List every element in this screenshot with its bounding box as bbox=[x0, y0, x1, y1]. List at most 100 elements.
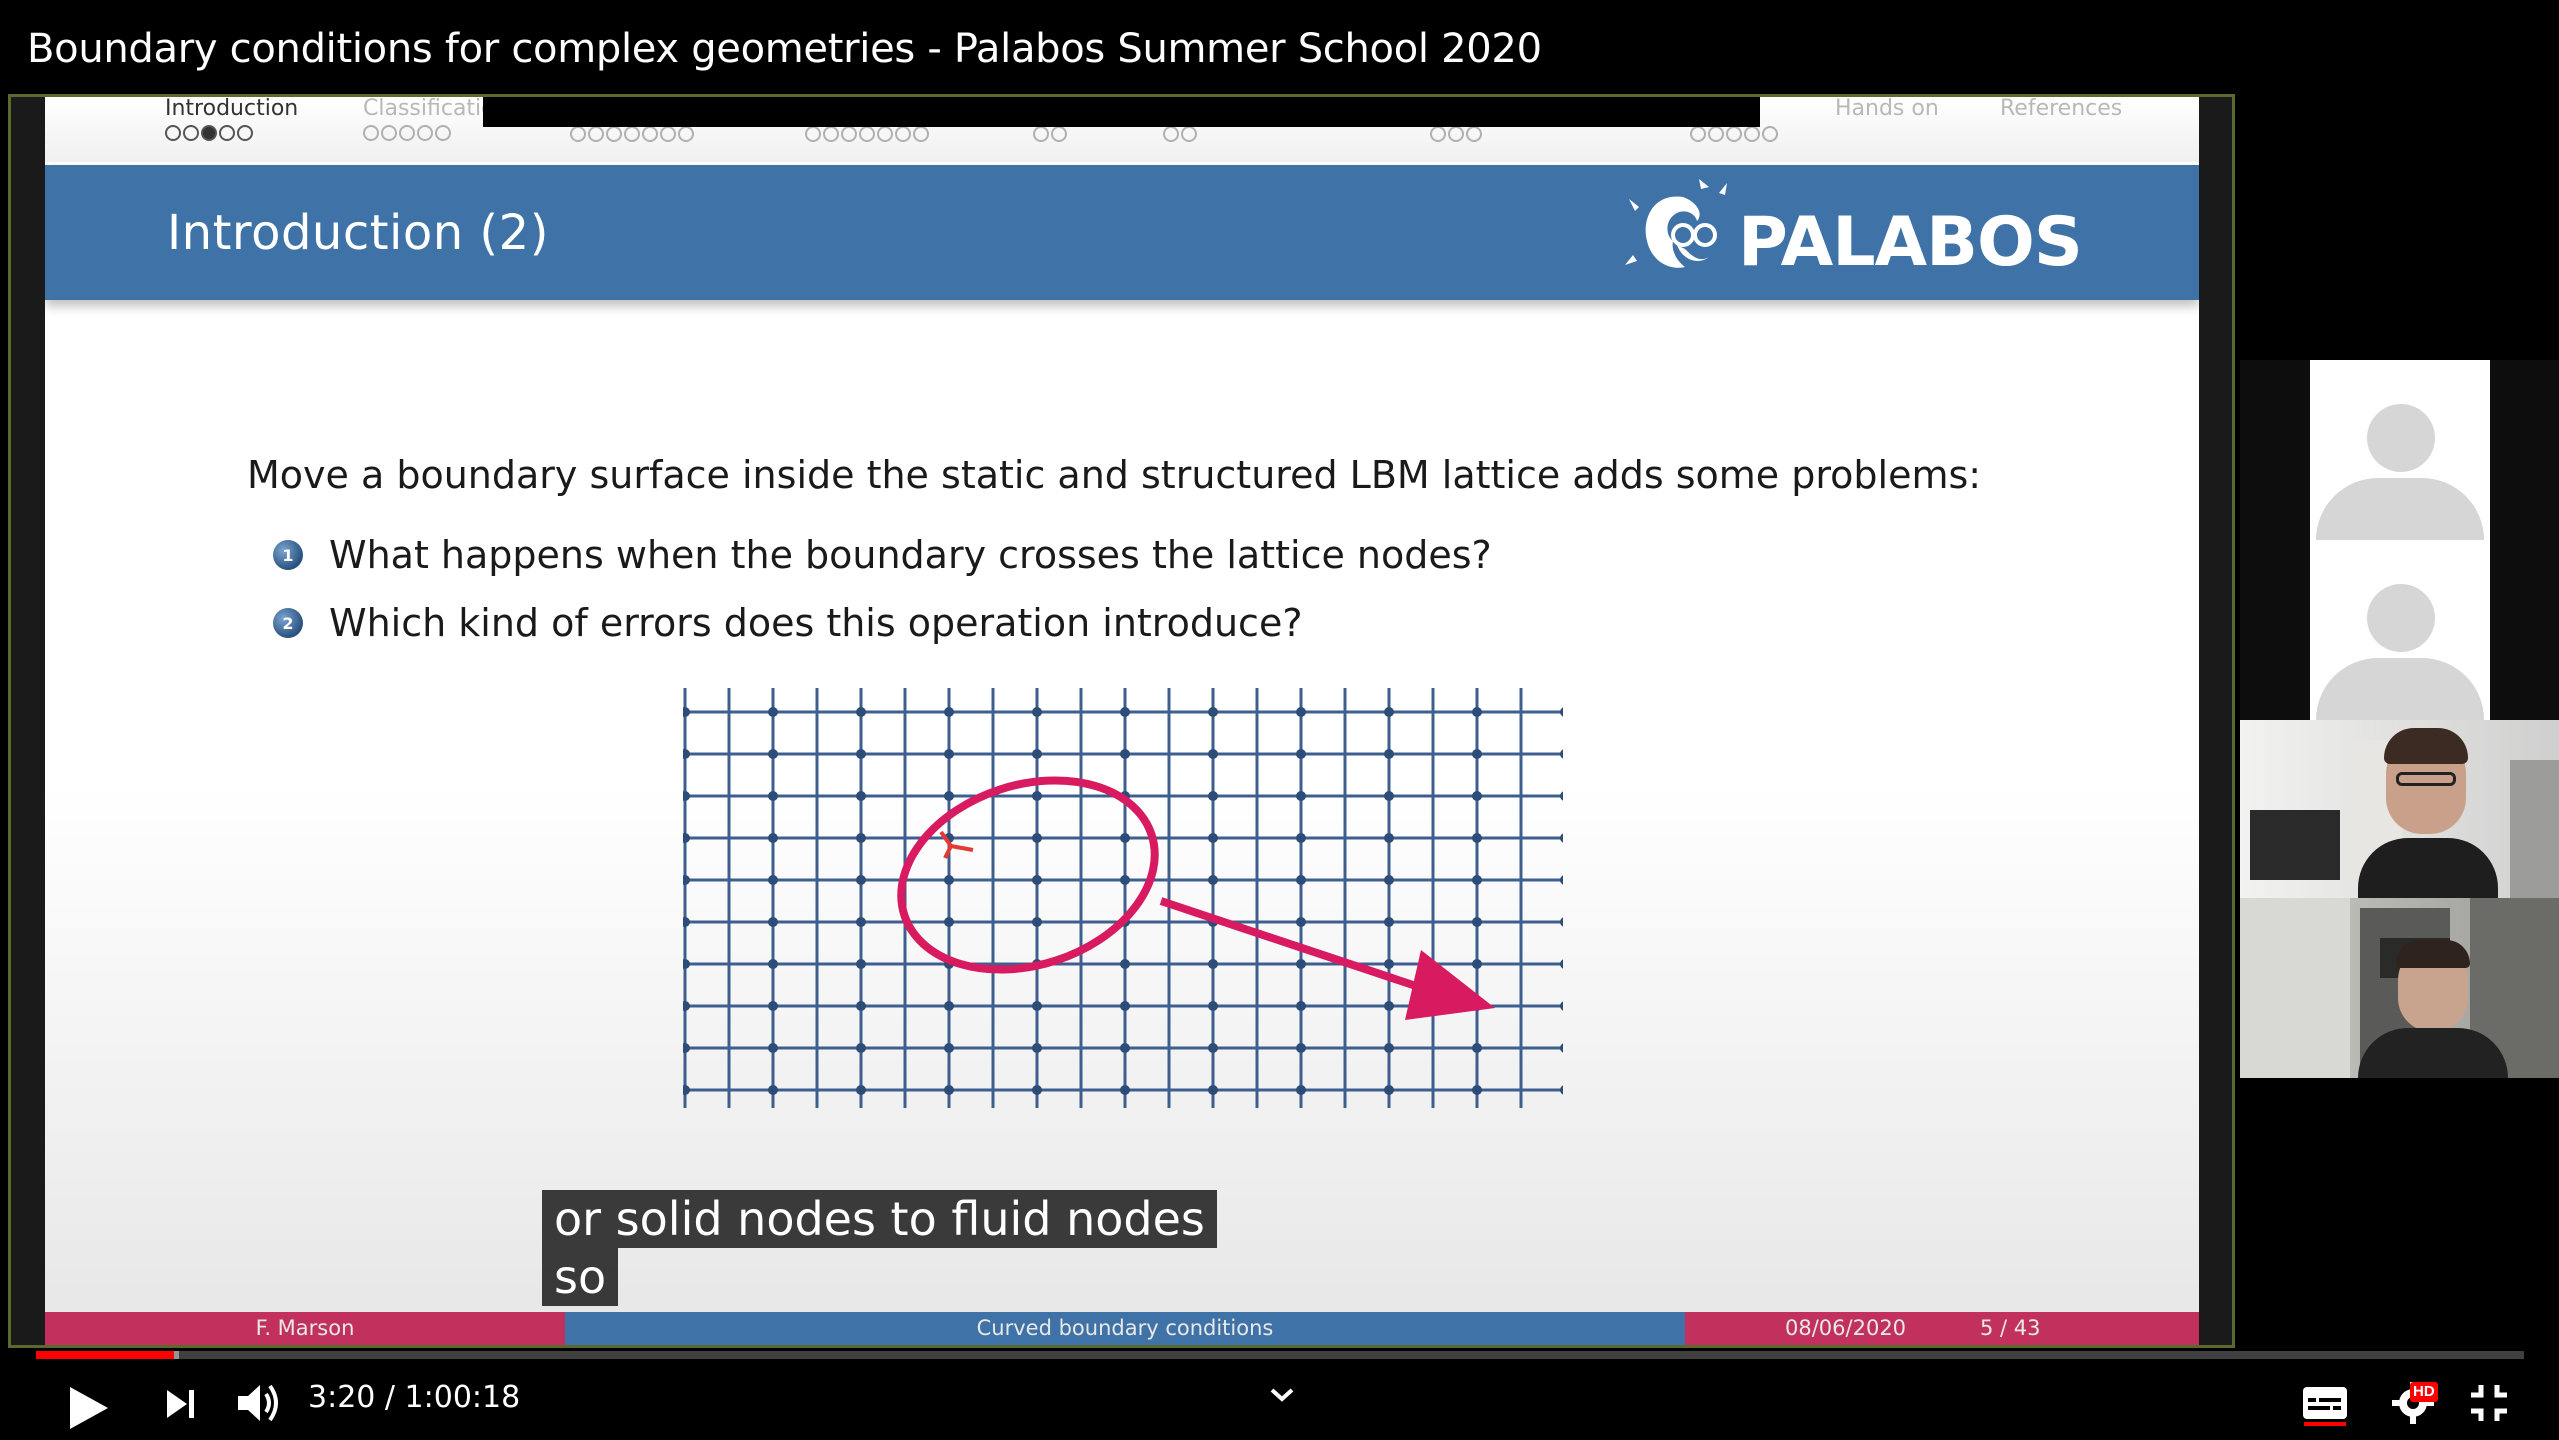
lattice-node bbox=[683, 833, 690, 843]
list-number-badge: 1 bbox=[273, 540, 303, 570]
nav-section[interactable]: Introduction bbox=[165, 97, 298, 141]
lattice-node bbox=[856, 917, 866, 927]
nav-slide-dot[interactable] bbox=[1430, 126, 1446, 142]
lattice-node bbox=[1472, 1043, 1482, 1053]
lattice-node bbox=[856, 749, 866, 759]
next-button[interactable] bbox=[158, 1382, 202, 1426]
lattice-node bbox=[1032, 1043, 1042, 1053]
nav-slide-dot[interactable] bbox=[841, 126, 857, 142]
nav-slide-dot[interactable] bbox=[1690, 126, 1706, 142]
redacted-nav-area bbox=[483, 97, 1760, 127]
video-title: Boundary conditions for complex geometri… bbox=[27, 26, 1542, 72]
lattice-node bbox=[1296, 833, 1306, 843]
lattice-node bbox=[944, 875, 954, 885]
lattice-node bbox=[1560, 707, 1563, 717]
volume-button[interactable] bbox=[234, 1378, 286, 1428]
lattice-node bbox=[1120, 1001, 1130, 1011]
nav-slide-dot[interactable] bbox=[183, 125, 199, 141]
nav-section[interactable]: Hands on bbox=[1835, 97, 1939, 121]
play-icon bbox=[70, 1387, 108, 1429]
nav-slide-dot[interactable] bbox=[913, 126, 929, 142]
nav-slide-dot[interactable] bbox=[1051, 126, 1067, 142]
nav-slide-dot[interactable] bbox=[823, 126, 839, 142]
nav-slide-dot[interactable] bbox=[642, 126, 658, 142]
lattice-node bbox=[1384, 833, 1394, 843]
play-button[interactable] bbox=[60, 1380, 116, 1436]
lattice-node bbox=[1296, 749, 1306, 759]
nav-slide-dot[interactable] bbox=[1181, 126, 1197, 142]
lattice-node bbox=[856, 1085, 866, 1095]
lattice-node bbox=[683, 749, 690, 759]
nav-slide-dot[interactable] bbox=[570, 126, 586, 142]
list-item-text: What happens when the boundary crosses t… bbox=[329, 533, 1492, 577]
nav-slide-dot[interactable] bbox=[1762, 126, 1778, 142]
nav-slide-dot[interactable] bbox=[1448, 126, 1464, 142]
nav-slide-dot[interactable] bbox=[877, 126, 893, 142]
progress-bar[interactable] bbox=[36, 1351, 2524, 1359]
nav-slide-dot[interactable] bbox=[660, 126, 676, 142]
lattice-node bbox=[944, 749, 954, 759]
nav-slide-dot[interactable] bbox=[1033, 126, 1049, 142]
palabos-logo-mark-icon bbox=[1625, 179, 1727, 268]
nav-slide-dot[interactable] bbox=[1163, 126, 1179, 142]
avatar-icon bbox=[2310, 540, 2490, 720]
lattice-node bbox=[1560, 875, 1563, 885]
nav-section-label[interactable]: Classificatio bbox=[363, 97, 495, 121]
nav-slide-dot[interactable] bbox=[1466, 126, 1482, 142]
chapters-expand-button[interactable] bbox=[1264, 1382, 1300, 1408]
nav-slide-dot[interactable] bbox=[606, 126, 622, 142]
footer-date-page: 08/06/2020 5 / 43 bbox=[1685, 1312, 2199, 1345]
lattice-node bbox=[1296, 875, 1306, 885]
lattice-node bbox=[1472, 833, 1482, 843]
nav-section[interactable]: Classificatio bbox=[363, 97, 495, 141]
nav-slide-dot[interactable] bbox=[624, 126, 640, 142]
nav-slide-dot[interactable] bbox=[1726, 126, 1742, 142]
nav-slide-dot[interactable] bbox=[859, 126, 875, 142]
lattice-node bbox=[1296, 917, 1306, 927]
nav-section-dots bbox=[1690, 126, 1778, 142]
participant-video-1 bbox=[2240, 720, 2559, 898]
nav-section-dots bbox=[1430, 126, 1482, 142]
participant-tile bbox=[2240, 360, 2559, 720]
nav-slide-dot[interactable] bbox=[805, 126, 821, 142]
subtitles-button[interactable] bbox=[2300, 1382, 2350, 1430]
nav-slide-dot[interactable] bbox=[1744, 126, 1760, 142]
settings-button[interactable]: HD bbox=[2384, 1378, 2442, 1428]
nav-section-dots bbox=[363, 125, 495, 141]
lattice-node bbox=[1120, 833, 1130, 843]
nav-section-label[interactable]: References bbox=[2000, 97, 2122, 121]
nav-slide-dot[interactable] bbox=[895, 126, 911, 142]
lattice-node bbox=[856, 1043, 866, 1053]
nav-section-label[interactable]: Introduction bbox=[165, 97, 298, 121]
nav-slide-dot[interactable] bbox=[588, 126, 604, 142]
nav-slide-dot[interactable] bbox=[1708, 126, 1724, 142]
lattice-node bbox=[944, 1043, 954, 1053]
lattice-node bbox=[1472, 749, 1482, 759]
footer-topic: Curved boundary conditions bbox=[565, 1312, 1685, 1345]
nav-slide-dot[interactable] bbox=[237, 125, 253, 141]
lattice-node bbox=[768, 707, 778, 717]
lattice-node bbox=[1120, 875, 1130, 885]
lattice-node bbox=[1208, 1085, 1218, 1095]
exit-fullscreen-button[interactable] bbox=[2466, 1380, 2512, 1426]
lattice-node bbox=[1560, 1085, 1563, 1095]
nav-slide-dot[interactable] bbox=[399, 125, 415, 141]
lattice-node bbox=[683, 1085, 690, 1095]
lattice-node bbox=[944, 707, 954, 717]
nav-section[interactable]: References bbox=[2000, 97, 2122, 121]
nav-section-label[interactable]: Hands on bbox=[1835, 97, 1939, 121]
nav-slide-dot[interactable] bbox=[165, 125, 181, 141]
nav-slide-dot[interactable] bbox=[381, 125, 397, 141]
lattice-node bbox=[768, 875, 778, 885]
nav-slide-dot[interactable] bbox=[417, 125, 433, 141]
lattice-node bbox=[1120, 707, 1130, 717]
lattice-node bbox=[856, 875, 866, 885]
lattice-node bbox=[944, 917, 954, 927]
skip-next-icon bbox=[167, 1390, 194, 1418]
nav-slide-dot[interactable] bbox=[201, 125, 217, 141]
nav-slide-dot[interactable] bbox=[435, 125, 451, 141]
volume-icon bbox=[238, 1384, 278, 1422]
nav-slide-dot[interactable] bbox=[219, 125, 235, 141]
nav-slide-dot[interactable] bbox=[363, 125, 379, 141]
nav-slide-dot[interactable] bbox=[678, 126, 694, 142]
